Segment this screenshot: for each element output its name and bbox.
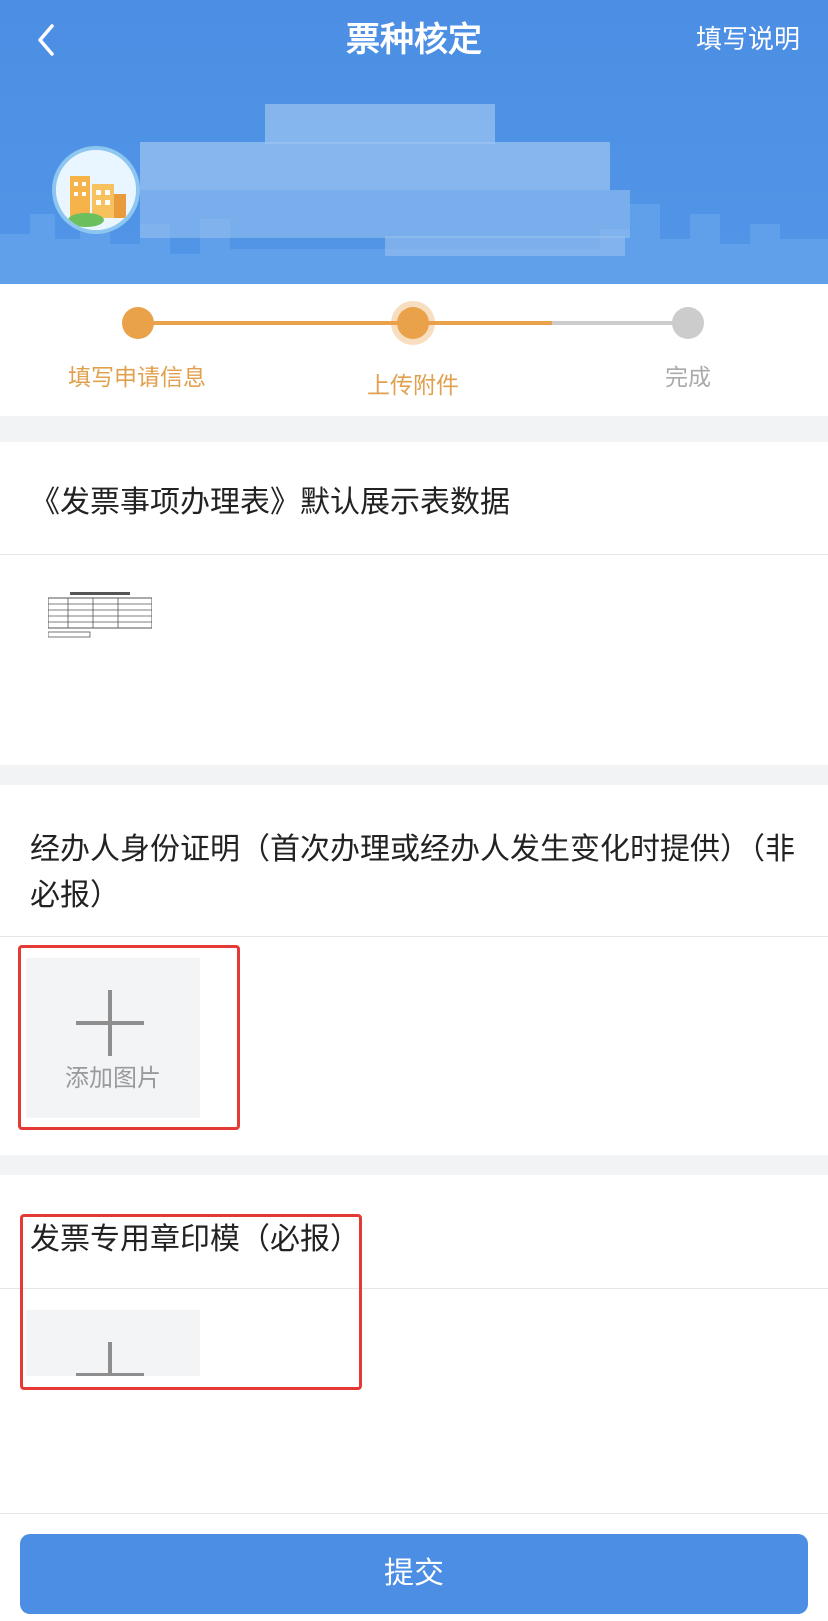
blurred-area bbox=[385, 236, 625, 256]
section-gap bbox=[0, 765, 828, 785]
submit-button[interactable]: 提交 bbox=[20, 1534, 808, 1614]
step-label-2: 上传附件 bbox=[367, 373, 459, 399]
section-title: 经办人身份证明（首次办理或经办人发生变化时提供）（非必报） bbox=[30, 832, 795, 913]
step-line-pending bbox=[552, 321, 688, 325]
step-line-completed bbox=[136, 321, 552, 325]
document-thumbnail-icon bbox=[47, 592, 153, 638]
blurred-area bbox=[140, 142, 610, 190]
progress-stepper: 填写申请信息 上传附件 完成 bbox=[0, 284, 828, 416]
back-button[interactable] bbox=[26, 18, 66, 62]
building-icon bbox=[56, 150, 136, 230]
header-banner: 票种核定 填写说明 bbox=[0, 0, 828, 284]
section-title: 发票专用章印模（必报） bbox=[30, 1222, 360, 1257]
plus-icon bbox=[108, 1342, 112, 1376]
blurred-area bbox=[265, 104, 495, 144]
add-seal-image-button[interactable] bbox=[26, 1310, 200, 1376]
chevron-left-icon bbox=[38, 24, 54, 56]
divider bbox=[0, 1513, 828, 1514]
blurred-area bbox=[140, 190, 630, 238]
section-gap bbox=[0, 416, 828, 442]
form-thumbnail[interactable] bbox=[47, 592, 153, 642]
step-label-3: 完成 bbox=[665, 365, 711, 391]
section-gap bbox=[0, 1155, 828, 1175]
section-title: 《发票事项办理表》默认展示表数据 bbox=[30, 485, 510, 520]
divider bbox=[0, 936, 828, 937]
add-image-button[interactable]: 添加图片 bbox=[26, 958, 200, 1118]
step-dot-3 bbox=[672, 307, 704, 339]
step-dot-1 bbox=[122, 307, 154, 339]
avatar bbox=[52, 146, 140, 234]
help-link[interactable]: 填写说明 bbox=[696, 18, 800, 62]
add-image-label: 添加图片 bbox=[65, 1064, 161, 1092]
divider bbox=[0, 1288, 828, 1289]
step-label-1: 填写申请信息 bbox=[68, 365, 206, 391]
plus-icon bbox=[108, 990, 112, 1056]
divider bbox=[0, 554, 828, 555]
step-dot-2 bbox=[397, 307, 429, 339]
